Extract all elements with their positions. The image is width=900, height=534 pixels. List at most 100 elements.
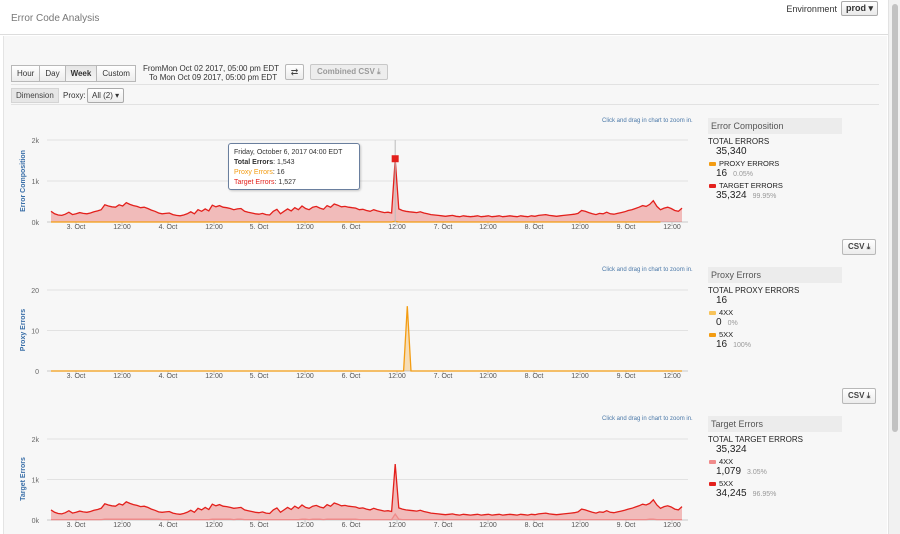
legend-error-composition: Error Composition TOTAL ERRORS 35,340 PR… [708,118,878,201]
legend-title: Target Errors [708,416,842,432]
legend-swatch [709,459,716,464]
x-tick-label: 3. Oct [67,224,86,231]
tooltip-total-value: 1,543 [277,159,295,166]
series-area [51,464,682,520]
x-tick-label: 7. Oct [434,373,453,380]
csv-label: CSV [848,242,865,251]
y-tick-label: 20 [31,288,39,295]
legend-total-label: TOTAL TARGET ERRORS [708,435,803,444]
y-tick-label: 1k [32,179,40,186]
y-tick-label: 2k [32,437,40,444]
x-tick-label: 12:00 [113,224,131,231]
y-tick-label: 0 [35,369,39,376]
x-tick-label: 7. Oct [434,522,453,529]
x-tick-label: 4. Oct [159,522,178,529]
legend-total-value: 16 [716,295,728,306]
legend-target-errors: Target Errors TOTAL TARGET ERRORS 35,324… [708,416,878,499]
legend-item-percent: 3.05% [747,469,767,476]
legend-item[interactable]: 5XX [708,479,878,488]
legend-swatch [709,481,716,486]
legend-item-label: 5XX [719,479,734,488]
tooltip-total-label: Total Errors [234,159,274,166]
legend-item[interactable]: 4XX [708,308,878,317]
series-line [51,306,682,372]
x-tick-label: 6. Oct [342,522,361,529]
tooltip-target-value: 1,527 [278,179,296,186]
x-tick-label: 12:00 [663,224,681,231]
x-tick-label: 12:00 [113,522,131,529]
csv-download-button[interactable]: CSV ⤓ [842,239,877,255]
legend-item-label: PROXY ERRORS [719,159,780,168]
scrollbar-thumb[interactable] [892,4,898,432]
x-tick-label: 5. Oct [250,522,269,529]
legend-item[interactable]: 5XX [708,330,878,339]
legend-title: Proxy Errors [708,267,842,283]
tooltip-target-label: Target Errors [234,179,275,186]
chart-tooltip: Friday, October 6, 2017 04:00 EDT Total … [228,143,360,190]
legend-swatch [709,310,716,315]
legend-total-value: 35,324 [716,444,747,455]
x-tick-label: 12:00 [479,224,497,231]
legend-swatch [709,332,716,337]
x-tick-label: 12:00 [296,373,314,380]
y-axis-label: Proxy Errors [20,309,27,352]
legend-item-value: 35,324 [716,190,747,201]
legend-title: Error Composition [708,118,842,134]
zoom-hint: Click and drag in chart to zoom in. [602,267,693,273]
tooltip-proxy-value: 16 [276,169,285,176]
hover-marker [391,155,399,163]
x-tick-label: 9. Oct [617,522,636,529]
legend-item-label: 4XX [719,457,734,466]
csv-download-button[interactable]: CSV ⤓ [842,388,877,404]
x-tick-label: 4. Oct [159,224,178,231]
legend-item-label: TARGET ERRORS [719,181,783,190]
series-line [50,159,683,218]
download-icon: ⤓ [866,242,871,251]
legend-item[interactable]: 4XX [708,457,878,466]
y-tick-label: 2k [32,138,40,145]
zoom-hint: Click and drag in chart to zoom in. [602,118,693,124]
legend-item-label: 4XX [719,308,734,317]
x-tick-label: 9. Oct [617,373,636,380]
series-line [51,220,661,223]
tooltip-proxy-label: Proxy Errors [234,169,273,176]
legend-item-label: 5XX [719,330,734,339]
x-tick-label: 12:00 [663,522,681,529]
x-tick-label: 3. Oct [67,373,86,380]
x-tick-label: 3. Oct [67,522,86,529]
legend-total-value: 35,340 [716,146,747,157]
x-tick-label: 12:00 [571,522,589,529]
legend-item[interactable]: PROXY ERRORS [708,159,878,168]
x-tick-label: 12:00 [388,373,406,380]
vertical-scrollbar[interactable] [888,0,900,534]
y-axis-label: Target Errors [20,457,27,501]
x-tick-label: 8. Oct [525,373,544,380]
legend-item[interactable]: TARGET ERRORS [708,181,878,190]
x-tick-label: 5. Oct [250,373,269,380]
x-tick-label: 6. Oct [342,224,361,231]
x-tick-label: 7. Oct [434,224,453,231]
tooltip-date: Friday, October 6, 2017 04:00 EDT [234,149,343,156]
x-tick-label: 12:00 [388,522,406,529]
csv-label: CSV [848,391,865,400]
x-tick-label: 12:00 [205,224,223,231]
x-tick-label: 12:00 [388,224,406,231]
legend-swatch [709,161,716,166]
x-tick-label: 8. Oct [525,522,544,529]
legend-item-percent: 0% [727,320,738,327]
series-area [51,306,682,371]
x-tick-label: 12:00 [571,224,589,231]
legend-item-value: 34,245 [716,488,747,499]
x-tick-label: 12:00 [113,373,131,380]
download-icon: ⤓ [866,391,871,400]
legend-item-value: 16 [716,339,728,350]
zoom-hint: Click and drag in chart to zoom in. [602,416,693,422]
legend-item-percent: 99.95% [752,193,777,200]
x-tick-label: 6. Oct [342,373,361,380]
legend-item-value: 1,079 [716,466,742,477]
y-tick-label: 0k [32,518,40,525]
legend-item-value: 0 [716,317,722,328]
x-tick-label: 8. Oct [525,224,544,231]
x-tick-label: 12:00 [205,373,223,380]
x-tick-label: 12:00 [296,224,314,231]
